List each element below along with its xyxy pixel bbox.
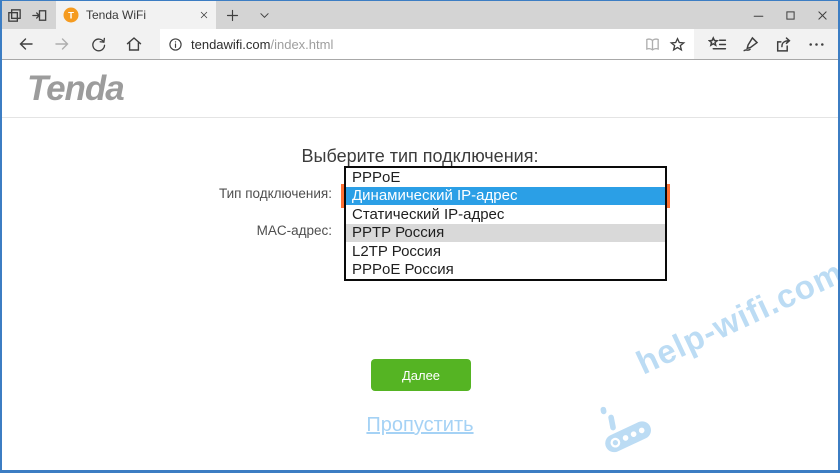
tab-preview-icon (6, 7, 23, 24)
close-button[interactable] (806, 1, 838, 29)
tab-close-icon[interactable] (199, 10, 209, 20)
browser-window: T Tenda WiFi (0, 0, 840, 473)
browser-toolbar: tendawifi.com/index.html (2, 29, 838, 60)
share-icon[interactable] (774, 35, 793, 54)
dropdown-option-dynamic-ip[interactable]: Динамический IP-адрес (346, 187, 665, 206)
back-icon (17, 35, 35, 53)
tab-bar: T Tenda WiFi (2, 1, 838, 29)
refresh-icon (90, 36, 107, 53)
address-domain: tendawifi.com (191, 37, 270, 52)
connection-type-dropdown: PPPoE Динамический IP-адрес Статический … (344, 166, 667, 281)
forward-icon (53, 35, 71, 53)
maximize-button[interactable] (774, 1, 806, 29)
new-tab-button[interactable] (216, 1, 248, 29)
tab-list-button[interactable] (248, 1, 280, 29)
site-info-icon[interactable] (168, 37, 183, 52)
tenda-favicon: T (63, 7, 79, 23)
svg-text:T: T (68, 11, 74, 22)
set-tabs-aside-icon (31, 7, 48, 24)
tab-preview-button[interactable] (2, 1, 27, 29)
select-focus-edge-right (667, 184, 670, 208)
mac-address-label: MAC-адрес: (132, 223, 332, 238)
back-button[interactable] (8, 29, 44, 59)
tab-title: Tenda WiFi (86, 8, 192, 22)
dropdown-option-pppoe[interactable]: PPPoE (346, 168, 665, 187)
dropdown-option-l2tp-russia[interactable]: L2TP Россия (346, 242, 665, 261)
chevron-down-icon (258, 9, 271, 22)
plus-icon (225, 8, 240, 23)
forward-button[interactable] (44, 29, 80, 59)
home-icon (125, 35, 143, 53)
skip-link-row: Пропустить (2, 414, 838, 437)
favorite-star-icon[interactable] (669, 36, 686, 53)
hub-favorites-icon[interactable] (708, 35, 727, 54)
set-tabs-aside-button[interactable] (27, 1, 52, 29)
browser-tab[interactable]: T Tenda WiFi (56, 1, 216, 29)
page-title: Выберите тип подключения: (2, 146, 838, 167)
address-bar[interactable]: tendawifi.com/index.html (160, 29, 694, 59)
maximize-icon (784, 9, 797, 22)
address-path: /index.html (270, 37, 333, 52)
minimize-button[interactable] (742, 1, 774, 29)
next-button[interactable]: Далее (371, 359, 471, 391)
page-header: Tenda (2, 60, 838, 118)
window-controls (742, 1, 838, 29)
more-menu-icon[interactable] (807, 35, 826, 54)
page-content: Tenda Выберите тип подключения: Тип подк… (2, 60, 838, 471)
reading-view-icon[interactable] (644, 36, 661, 53)
home-button[interactable] (116, 29, 152, 59)
skip-link[interactable]: Пропустить (366, 414, 473, 436)
connection-type-label: Тип подключения: (132, 186, 332, 201)
web-note-pen-icon[interactable] (741, 35, 760, 54)
dropdown-option-pppoe-russia[interactable]: PPPoE Россия (346, 261, 665, 280)
minimize-icon (752, 9, 765, 22)
toolbar-right-icons (708, 35, 826, 54)
dropdown-option-pptp-russia[interactable]: PPTP Россия (346, 224, 665, 243)
dropdown-option-static-ip[interactable]: Статический IP-адрес (346, 205, 665, 224)
refresh-button[interactable] (80, 29, 116, 59)
address-url: tendawifi.com/index.html (191, 37, 636, 52)
close-icon (816, 9, 829, 22)
tenda-logo: Tenda (27, 69, 124, 109)
